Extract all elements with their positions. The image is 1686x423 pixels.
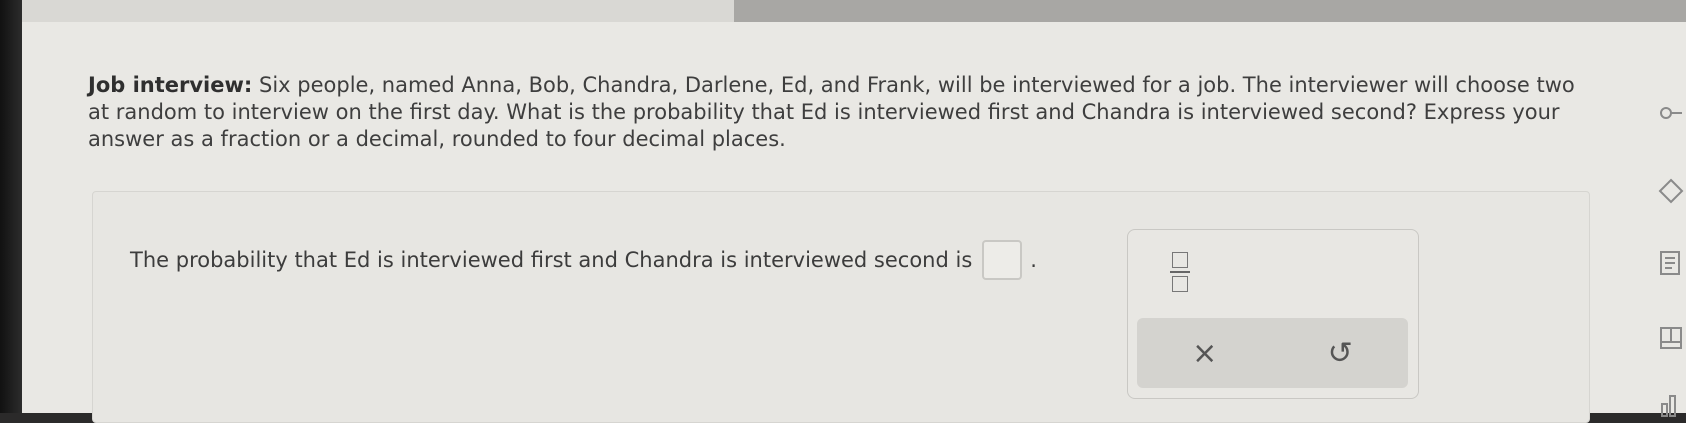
answer-sentence: The probability that Ed is interviewed f… xyxy=(130,240,1037,280)
undo-button[interactable]: ↺ xyxy=(1310,328,1370,378)
question-text: Job interview: Six people, named Anna, B… xyxy=(88,72,1588,153)
eraser-icon[interactable] xyxy=(1658,178,1684,204)
right-toolbar xyxy=(1650,0,1686,417)
top-bar-region xyxy=(734,0,1686,22)
calculator-icon[interactable] xyxy=(1658,250,1684,276)
question-heading: Job interview: xyxy=(88,73,253,97)
key-icon[interactable] xyxy=(1658,100,1684,126)
clear-button[interactable]: × xyxy=(1175,328,1235,378)
undo-icon: ↺ xyxy=(1327,335,1353,371)
book-icon[interactable] xyxy=(1658,325,1684,351)
monitor-bezel xyxy=(0,0,22,413)
clear-icon: × xyxy=(1192,335,1218,371)
answer-input[interactable] xyxy=(982,240,1023,280)
math-keypad: × ↺ xyxy=(1127,229,1419,399)
fraction-icon xyxy=(1172,252,1188,268)
question-body: Six people, named Anna, Bob, Chandra, Da… xyxy=(88,73,1575,151)
answer-period: . xyxy=(1030,248,1037,272)
keypad-actions: × ↺ xyxy=(1137,318,1408,388)
answer-prompt: The probability that Ed is interviewed f… xyxy=(130,248,973,272)
chart-icon[interactable] xyxy=(1658,392,1684,418)
fraction-button[interactable] xyxy=(1166,250,1194,294)
